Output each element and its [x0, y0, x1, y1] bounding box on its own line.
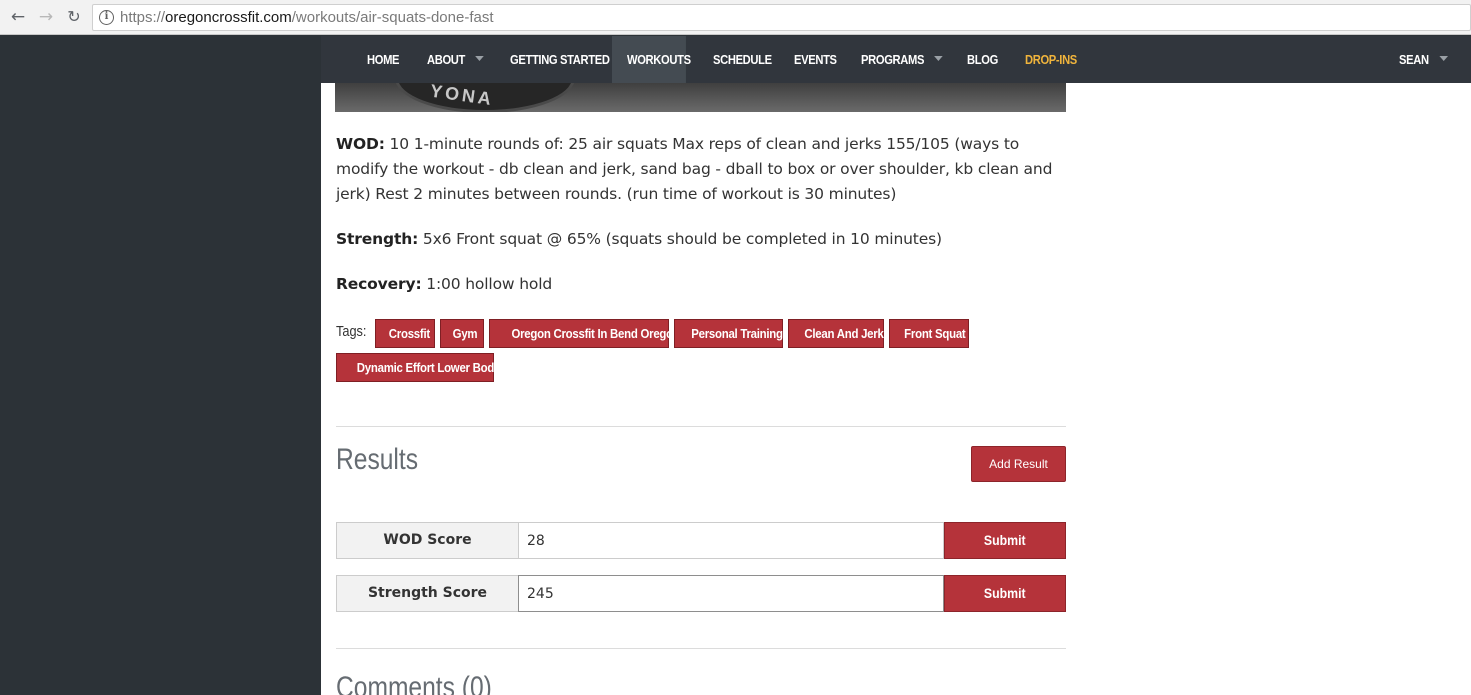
tags-label: Tags:	[336, 323, 367, 340]
tag-link[interactable]: Oregon Crossfit In Bend Oregon	[489, 319, 680, 348]
nav-events[interactable]: EVENTS	[794, 36, 837, 83]
strength-score-label: Strength Score	[336, 575, 519, 612]
tag-link[interactable]: Clean And Jerk	[788, 319, 884, 348]
strength-score-input[interactable]	[518, 575, 944, 612]
nav-user-menu[interactable]: SEAN	[1399, 36, 1448, 83]
wod-description: WOD: 10 1-minute rounds of: 25 air squat…	[336, 135, 1053, 203]
tag-link[interactable]: Front Squat	[889, 319, 969, 348]
nav-programs[interactable]: PROGRAMS	[861, 36, 944, 83]
recovery-description: Recovery: 1:00 hollow hold	[336, 275, 553, 293]
right-margin	[1460, 83, 1471, 695]
nav-home[interactable]: HOME	[367, 36, 400, 83]
nav-getting-started[interactable]: GETTING STARTED	[510, 36, 610, 83]
tag-link[interactable]: Gym	[440, 319, 484, 348]
nav-drop-ins[interactable]: DROP-INS	[1025, 36, 1077, 83]
divider	[336, 426, 1066, 427]
chevron-down-icon	[934, 56, 944, 62]
nav-schedule[interactable]: SCHEDULE	[713, 36, 772, 83]
browser-toolbar: ← → ↻ i https://oregoncrossfit.com/worko…	[0, 0, 1471, 35]
tag-link[interactable]: Crossfit	[375, 319, 435, 348]
hero-image: YONA	[335, 83, 1066, 112]
url-text: https://oregoncrossfit.com/workouts/air-…	[120, 9, 494, 26]
reload-icon[interactable]: ↻	[64, 7, 84, 27]
add-result-button[interactable]: Add Result	[971, 446, 1066, 482]
chevron-down-icon	[475, 56, 484, 62]
comments-heading: Comments (0)	[336, 671, 492, 695]
site-nav: HOME ABOUT GETTING STARTED WORKOUTS SCHE…	[321, 36, 1471, 83]
strength-submit-button[interactable]: Submit	[944, 575, 1066, 612]
strength-score-row: Strength Score Submit	[336, 575, 1066, 612]
forward-arrow-icon[interactable]: →	[36, 7, 56, 27]
results-heading: Results	[336, 443, 419, 476]
back-arrow-icon[interactable]: ←	[8, 7, 28, 27]
address-bar[interactable]: i https://oregoncrossfit.com/workouts/ai…	[92, 4, 1471, 31]
nav-about[interactable]: ABOUT	[427, 36, 484, 83]
wod-score-row: WOD Score Submit	[336, 522, 1066, 559]
strength-description: Strength: 5x6 Front squat @ 65% (squats …	[336, 230, 942, 248]
wod-score-label: WOD Score	[336, 522, 519, 559]
main-content: YONA WOD: 10 1-minute rounds of: 25 air …	[321, 83, 1460, 695]
info-icon[interactable]: i	[99, 10, 114, 25]
divider	[336, 648, 1066, 649]
tag-link[interactable]: Personal Training	[674, 319, 783, 348]
chevron-down-icon	[1439, 56, 1448, 62]
nav-workouts[interactable]: WORKOUTS	[627, 36, 691, 83]
wod-score-input[interactable]	[518, 522, 944, 559]
nav-blog[interactable]: BLOG	[967, 36, 998, 83]
wod-submit-button[interactable]: Submit	[944, 522, 1066, 559]
tag-link[interactable]: Dynamic Effort Lower Body	[336, 353, 500, 382]
